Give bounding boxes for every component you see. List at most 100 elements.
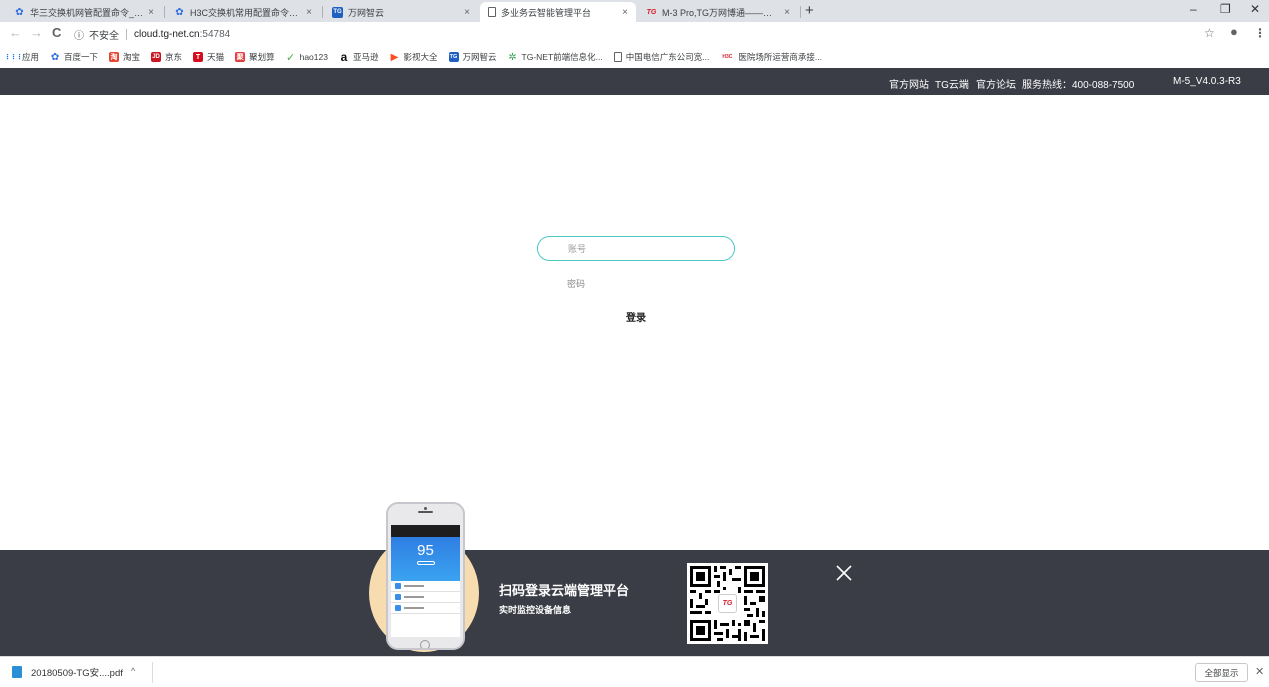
tab-baidu-search[interactable]: ✿ 华三交换机网管配置命令_百度搜 × <box>6 2 162 22</box>
phone-row-icon <box>395 605 401 611</box>
tab-title: 万网智云 <box>348 7 385 18</box>
bookmark-tmall[interactable]: T 天猫 <box>193 51 224 63</box>
tab-title: M-3 Pro,TG万网博通——专注于 <box>662 7 781 18</box>
address-bar[interactable]: ⓘ 不安全 cloud.tg-net.cn :54784 <box>74 24 230 44</box>
login-button[interactable]: 登录 <box>596 306 676 326</box>
tab-close-icon[interactable]: × <box>306 7 312 18</box>
file-icon <box>12 666 22 678</box>
phone-home-button <box>420 640 430 648</box>
bookmark-star-icon[interactable]: ☆ <box>1204 26 1215 40</box>
baidu-paw-icon: ✿ <box>15 6 24 18</box>
tab-close-icon[interactable]: × <box>464 7 470 18</box>
bookmark-h3c[interactable]: H3C 医院场所运营商承接... <box>720 51 822 63</box>
bookmark-label: 医院场所运营商承接... <box>738 52 822 62</box>
tab-title: 华三交换机网管配置命令_百度搜 <box>30 7 144 18</box>
page-icon <box>488 7 496 17</box>
minimize-button[interactable]: – <box>1190 2 1197 16</box>
qr-logo: TG <box>718 594 737 613</box>
forward-button[interactable]: → <box>30 25 43 41</box>
new-tab-button[interactable]: + <box>805 3 814 19</box>
bookmark-label: hao123 <box>299 52 328 62</box>
bookmark-hao123[interactable]: ✓ hao123 <box>285 51 328 64</box>
baidu-paw-icon: ✿ <box>50 51 60 63</box>
username-input[interactable] <box>537 236 735 261</box>
tg-logo-icon: TG <box>448 52 459 62</box>
tab-separator <box>164 6 165 18</box>
url-port: :54784 <box>199 28 231 40</box>
phone-screen: 95 <box>391 525 460 637</box>
browser-tab-strip: ✿ 华三交换机网管配置命令_百度搜 × ✿ H3C交换机常用配置命令大全.do … <box>0 0 1269 22</box>
phone-list-row <box>391 603 460 614</box>
gear-icon: ✲ <box>508 51 517 63</box>
tab-close-icon[interactable]: × <box>148 7 154 18</box>
bookmark-label: 百度一下 <box>64 52 99 62</box>
phone-pill <box>416 561 435 565</box>
bookmark-label: 影视大全 <box>403 52 438 62</box>
forum-link[interactable]: 官方论坛 <box>976 76 1016 91</box>
download-item[interactable]: 20180509-TG安....pdf <box>12 665 123 679</box>
phone-status-bar <box>391 525 460 537</box>
phone-row-line <box>404 596 424 598</box>
tg-logo-icon: TG <box>332 6 343 18</box>
bookmark-label: 淘宝 <box>123 52 141 62</box>
bookmark-label: 中国电信广东公司宽... <box>625 52 710 62</box>
firmware-version: M-5_V4.0.3-R3 <box>1173 76 1241 87</box>
tab-close-icon[interactable]: × <box>784 7 790 18</box>
profile-icon[interactable]: ● <box>1230 24 1238 39</box>
tab-title: 多业务云智能管理平台 <box>501 7 592 18</box>
downloads-bar: 20180509-TG安....pdf ^ 全部显示 ✕ <box>0 656 1269 687</box>
tab-title: H3C交换机常用配置命令大全.do <box>190 7 302 18</box>
tab-tg-product[interactable]: TG M-3 Pro,TG万网博通——专注于 × <box>638 2 798 22</box>
tg-logo-icon: TG <box>646 8 657 16</box>
browser-toolbar: ← → C ⓘ 不安全 cloud.tg-net.cn :54784 ☆ ● ⋮ <box>0 22 1269 46</box>
tab-h3c-doc[interactable]: ✿ H3C交换机常用配置命令大全.do × <box>166 2 320 22</box>
back-button[interactable]: ← <box>9 25 22 41</box>
hao123-icon: ✓ <box>285 51 296 64</box>
bookmark-telecom[interactable]: 中国电信广东公司宽... <box>613 51 710 63</box>
login-form: 登录 <box>537 236 735 326</box>
downloads-close-icon[interactable]: ✕ <box>1255 665 1264 678</box>
restore-button[interactable]: ❐ <box>1220 2 1231 16</box>
tab-wanwang-zhiyun[interactable]: TG 万网智云 × <box>324 2 478 22</box>
video-play-icon: ▶ <box>390 51 399 63</box>
phone-score: 95 <box>417 542 434 559</box>
bookmark-tgnet[interactable]: ✲ TG-NET前端信息化... <box>508 51 603 63</box>
bookmark-taobao[interactable]: 淘 淘宝 <box>109 51 140 63</box>
bookmark-wanwang[interactable]: TG 万网智云 <box>448 51 497 63</box>
reload-button[interactable]: C <box>52 25 61 41</box>
password-input[interactable] <box>537 271 735 296</box>
phone-camera <box>424 507 427 510</box>
tab-management-platform[interactable]: 多业务云智能管理平台 × <box>480 2 636 22</box>
bookmark-label: 聚划算 <box>249 52 275 62</box>
bookmark-baidu[interactable]: ✿ 百度一下 <box>50 51 98 63</box>
bookmark-label: TG-NET前端信息化... <box>521 52 603 62</box>
official-site-link[interactable]: 官方网站 <box>889 76 929 91</box>
bookmark-label: 应用 <box>22 52 40 62</box>
info-icon[interactable]: ⓘ <box>74 27 84 42</box>
tab-separator <box>800 6 801 18</box>
promo-close-icon[interactable] <box>835 564 853 582</box>
browser-menu-icon[interactable]: ⋮ <box>1254 26 1266 40</box>
chevron-up-icon[interactable]: ^ <box>131 666 135 676</box>
phone-score-panel: 95 <box>391 537 460 581</box>
site-header: 官方网站 TG云端 官方论坛 服务热线：400-088-7500 M-5_V4.… <box>0 68 1269 95</box>
bookmark-apps[interactable]: ⋮⋮⋮ 应用 <box>4 51 40 63</box>
tmall-icon: T <box>193 52 204 62</box>
phone-list-row <box>391 592 460 603</box>
service-hotline: 服务热线：400-088-7500 <box>1022 80 1135 91</box>
apps-grid-icon: ⋮⋮⋮ <box>4 54 23 61</box>
jd-icon: JD <box>151 52 162 62</box>
phone-row-line <box>404 585 424 587</box>
promo-banner <box>0 550 1269 656</box>
bookmark-amazon[interactable]: a 亚马逊 <box>339 50 379 64</box>
bookmark-jd[interactable]: JD 京东 <box>151 51 182 63</box>
tab-separator <box>322 6 323 18</box>
bookmark-video[interactable]: ▶ 影视大全 <box>389 51 438 63</box>
phone-row-icon <box>395 594 401 600</box>
phone-speaker <box>418 511 433 513</box>
window-close-button[interactable]: ✕ <box>1250 2 1260 16</box>
tab-close-icon[interactable]: × <box>622 7 628 18</box>
show-all-button[interactable]: 全部显示 <box>1195 663 1248 682</box>
bookmark-juhuasuan[interactable]: 聚 聚划算 <box>235 51 275 63</box>
tg-cloud-link[interactable]: TG云端 <box>935 76 969 91</box>
